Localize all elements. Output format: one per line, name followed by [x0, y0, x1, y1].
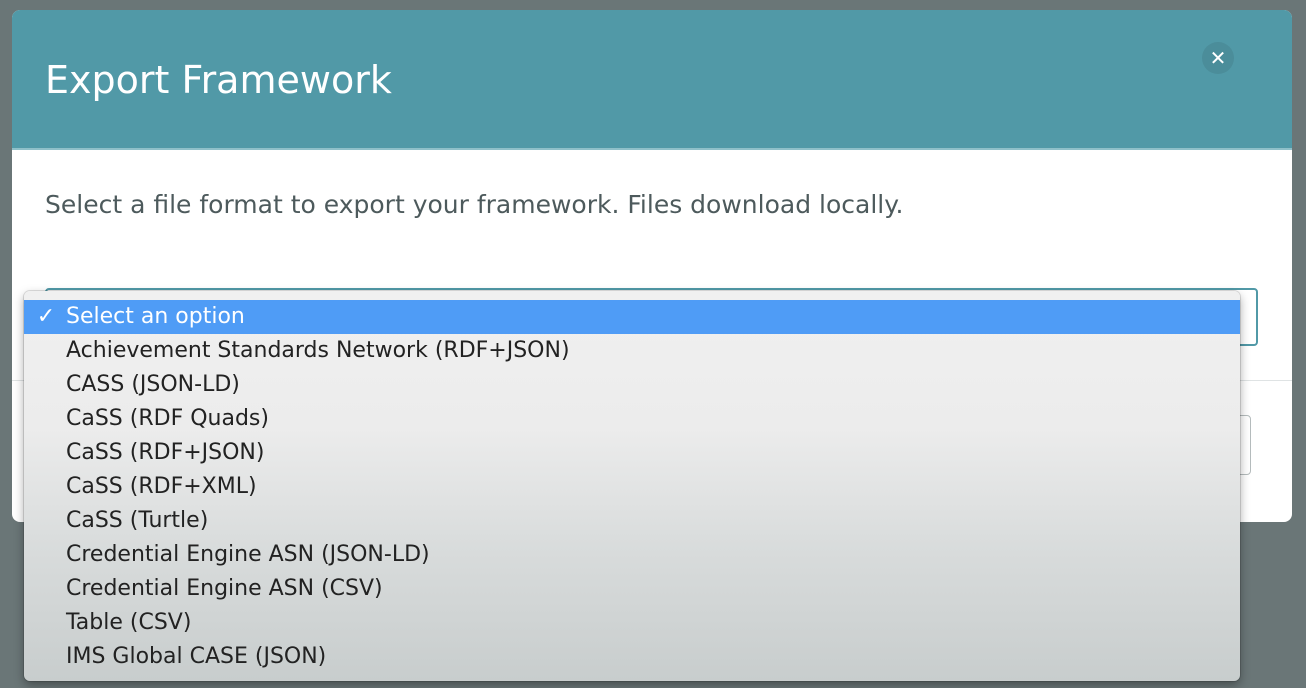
option-label: CASS (JSON-LD) [66, 372, 240, 397]
option-label: Credential Engine ASN (JSON-LD) [66, 542, 430, 567]
option-select-an-option[interactable]: ✓ Select an option [24, 300, 1240, 334]
option-ims-case-json[interactable]: IMS Global CASE (JSON) [24, 640, 1240, 674]
modal-header: Export Framework ✕ [12, 10, 1292, 150]
description-text: Select a file format to export your fram… [45, 190, 904, 219]
option-label: CaSS (RDF Quads) [66, 406, 269, 431]
close-button[interactable]: ✕ [1202, 42, 1234, 74]
option-ce-asn-csv[interactable]: Credential Engine ASN (CSV) [24, 572, 1240, 606]
option-table-csv[interactable]: Table (CSV) [24, 606, 1240, 640]
checkmark-icon: ✓ [36, 304, 56, 329]
dropdown-options: ✓ Select an option Achievement Standards… [24, 300, 1240, 674]
option-cass-rdf-xml[interactable]: CaSS (RDF+XML) [24, 470, 1240, 504]
option-asn-rdf-json[interactable]: Achievement Standards Network (RDF+JSON) [24, 334, 1240, 368]
option-label: Table (CSV) [66, 610, 192, 635]
option-label: CaSS (RDF+XML) [66, 474, 257, 499]
option-cass-rdf-quads[interactable]: CaSS (RDF Quads) [24, 402, 1240, 436]
modal-title: Export Framework [45, 58, 392, 102]
option-label: CaSS (Turtle) [66, 508, 209, 533]
option-label: IMS Global CASE (JSON) [66, 644, 327, 669]
option-cass-rdf-json[interactable]: CaSS (RDF+JSON) [24, 436, 1240, 470]
file-format-dropdown: ✓ Select an option Achievement Standards… [24, 291, 1240, 681]
option-label: Achievement Standards Network (RDF+JSON) [66, 338, 570, 363]
option-cass-turtle[interactable]: CaSS (Turtle) [24, 504, 1240, 538]
option-cass-json-ld[interactable]: CASS (JSON-LD) [24, 368, 1240, 402]
option-label: Credential Engine ASN (CSV) [66, 576, 383, 601]
option-label: CaSS (RDF+JSON) [66, 440, 265, 465]
option-label: Select an option [66, 304, 245, 329]
close-icon: ✕ [1209, 46, 1227, 70]
option-ce-asn-json-ld[interactable]: Credential Engine ASN (JSON-LD) [24, 538, 1240, 572]
